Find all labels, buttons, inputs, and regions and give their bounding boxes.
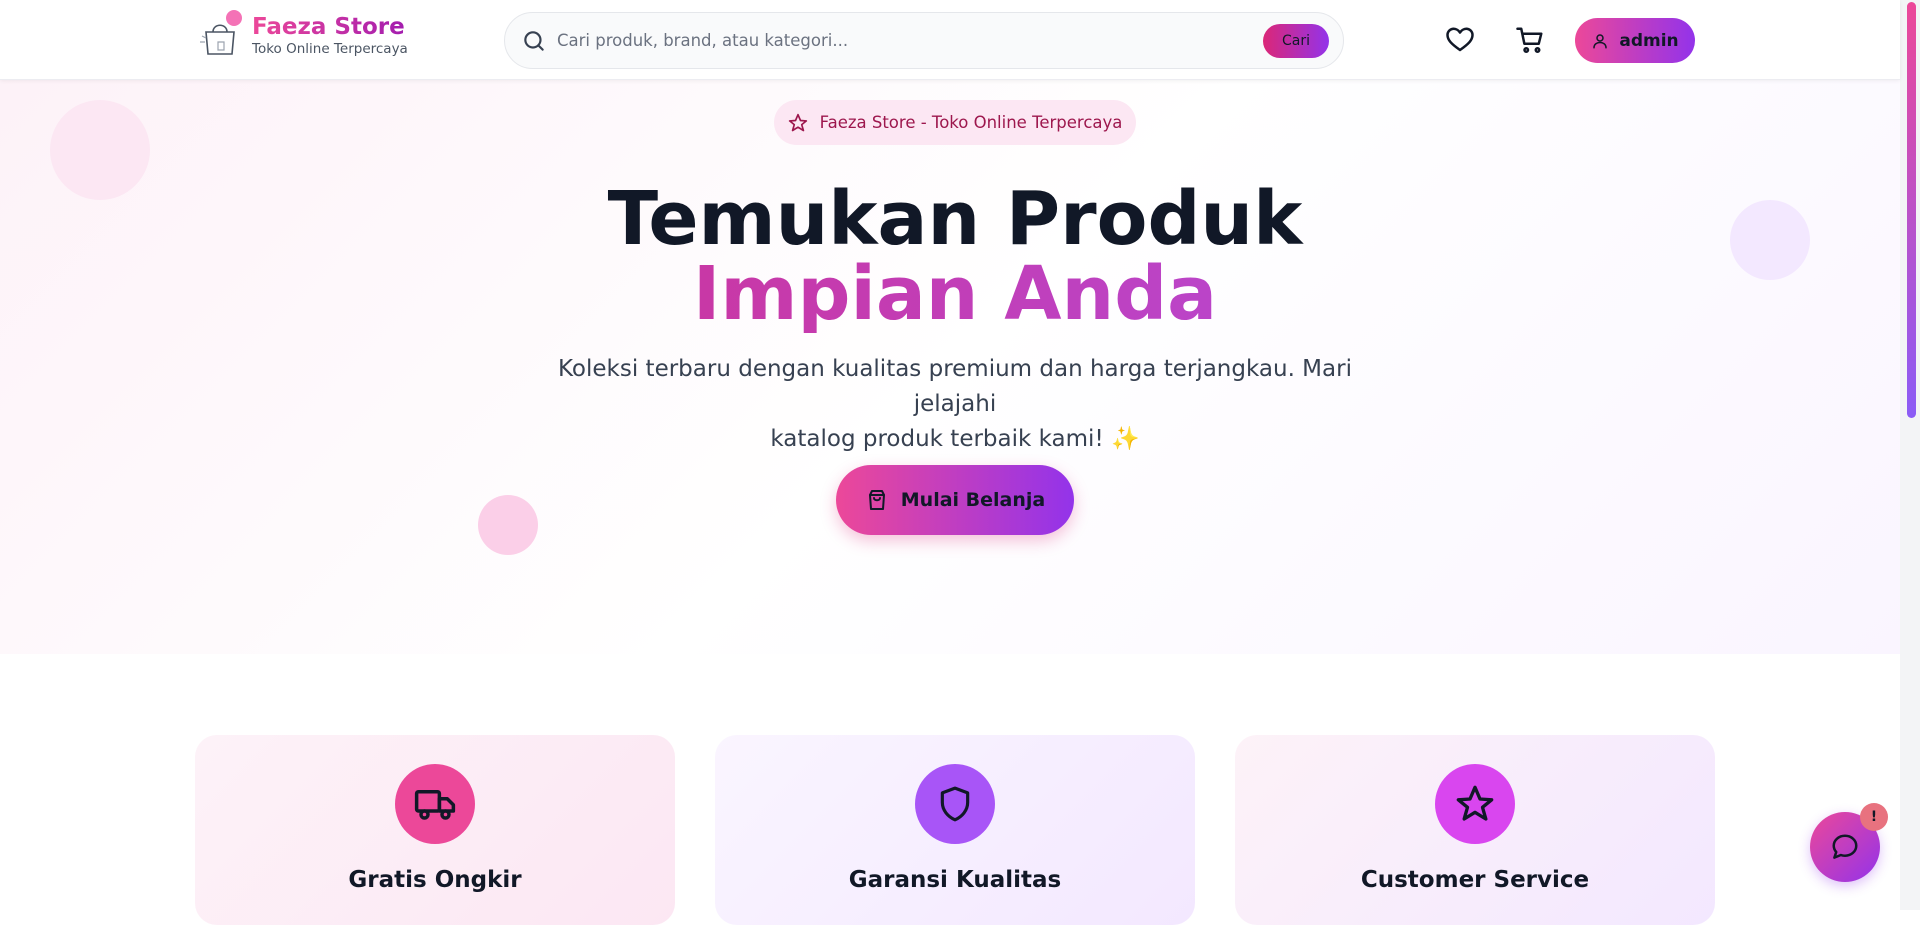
wishlist-button[interactable]	[1444, 24, 1476, 56]
cart-button[interactable]	[1514, 24, 1546, 56]
feature-title: Gratis Ongkir	[348, 867, 522, 893]
feature-title: Garansi Kualitas	[848, 867, 1062, 893]
hero-subtitle-line2: katalog produk terbaik kami! ✨	[770, 426, 1140, 452]
brand-tagline: Toko Online Terpercaya	[252, 41, 408, 57]
feature-icon-circle	[915, 764, 995, 844]
shopping-bag-icon	[868, 490, 885, 510]
user-icon	[1593, 33, 1608, 48]
hero-title-line2: Impian Anda	[0, 255, 1900, 333]
shopping-bag-logo-icon	[198, 10, 242, 58]
truck-icon	[414, 790, 456, 820]
star-icon	[1456, 785, 1494, 821]
feature-card-customer-service: Customer Service	[1235, 735, 1715, 925]
feature-card-free-shipping: Gratis Ongkir	[195, 735, 675, 925]
chat-notification-badge: !	[1860, 803, 1888, 831]
chat-bubble-icon	[1832, 834, 1858, 859]
feature-card-quality-guarantee: Garansi Kualitas	[715, 735, 1195, 925]
logo-dot	[226, 10, 242, 26]
hero-title-line1: Temukan Produk	[607, 176, 1303, 262]
heart-icon	[1446, 27, 1474, 52]
user-name: admin	[1619, 30, 1679, 51]
scrollbar-thumb[interactable]	[1907, 2, 1916, 418]
hero-badge-text: Faeza Store - Toko Online Terpercaya	[819, 113, 1123, 132]
search-bar: Cari	[504, 12, 1344, 69]
decor-circle	[478, 495, 538, 555]
hero-section: Faeza Store - Toko Online Terpercaya Tem…	[0, 80, 1900, 654]
user-account-button[interactable]: admin	[1575, 18, 1695, 63]
hero-badge: Faeza Store - Toko Online Terpercaya	[774, 100, 1136, 145]
feature-icon-circle	[1435, 764, 1515, 844]
start-shopping-button[interactable]: Mulai Belanja	[836, 465, 1074, 535]
start-shopping-label: Mulai Belanja	[900, 489, 1046, 511]
brand-logo[interactable]: Faeza Store Toko Online Terpercaya	[198, 10, 408, 58]
feature-icon-circle	[395, 764, 475, 844]
brand-name: Faeza Store	[252, 13, 408, 41]
cart-icon	[1516, 27, 1543, 54]
search-input[interactable]	[557, 31, 1263, 50]
feature-title: Customer Service	[1360, 867, 1590, 893]
hero-subtitle: Koleksi terbaru dengan kualitas premium …	[520, 352, 1390, 457]
hero-subtitle-line1: Koleksi terbaru dengan kualitas premium …	[558, 356, 1352, 417]
page-scrollbar[interactable]	[1900, 0, 1920, 910]
search-button[interactable]: Cari	[1263, 23, 1329, 58]
top-navbar: Faeza Store Toko Online Terpercaya Cari …	[0, 0, 1900, 80]
star-icon	[788, 113, 807, 131]
search-icon	[524, 30, 544, 51]
shield-icon	[940, 786, 970, 822]
